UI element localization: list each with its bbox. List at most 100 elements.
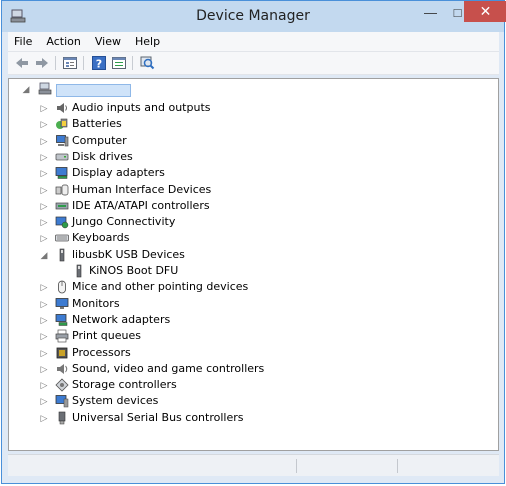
tree-category-label: Processors [72, 345, 131, 359]
tree-category-label: Storage controllers [72, 378, 177, 392]
device-list-icon[interactable] [111, 55, 127, 71]
expand-arrow-icon[interactable]: ▷ [40, 119, 48, 129]
tree-category-label: libusbK USB Devices [72, 247, 185, 261]
status-bar-divider [397, 459, 398, 473]
tree-category-row[interactable]: ▷ Sound, video and game controllers [9, 361, 498, 377]
status-bar-divider [296, 459, 297, 473]
storage-icon [55, 378, 69, 392]
display-adapter-icon [55, 167, 68, 179]
hid-icon [55, 184, 69, 195]
toolbar-separator [83, 56, 84, 70]
expand-arrow-icon[interactable]: ▷ [40, 103, 48, 113]
keyboard-icon [55, 234, 69, 242]
menu-help[interactable]: Help [135, 35, 160, 48]
tree-category-row[interactable]: ▷ Universal Serial Bus controllers [9, 410, 498, 426]
expand-arrow-icon[interactable]: ▷ [40, 299, 48, 309]
expand-arrow-icon[interactable]: ▷ [40, 168, 48, 178]
expand-arrow-icon[interactable]: ▷ [40, 348, 48, 358]
monitor-icon [55, 297, 69, 309]
tree-category-label: Mice and other pointing devices [72, 280, 249, 294]
expand-arrow-icon[interactable]: ▷ [40, 233, 48, 243]
usb-device-icon [59, 248, 65, 261]
expand-arrow-icon[interactable]: ▷ [40, 282, 48, 292]
tree-category-row[interactable]: ◢ libusbK USB Devices [9, 247, 498, 263]
tree-device-row[interactable]: KiNOS Boot DFU [9, 263, 498, 279]
minimize-button[interactable]: — [417, 2, 444, 22]
mouse-icon [58, 280, 66, 294]
title-bar[interactable]: Device Manager — □ ✕ [2, 1, 506, 32]
forward-arrow-icon[interactable] [34, 55, 50, 71]
tree-category-label: Audio inputs and outputs [72, 101, 211, 114]
tree-category-label: Print queues [72, 329, 141, 343]
jungo-icon [55, 216, 69, 229]
tree-category-label: Computer [72, 133, 127, 147]
computer-root-icon [38, 82, 52, 95]
tree-category-row[interactable]: ▷ Processors [9, 345, 498, 361]
expand-arrow-icon[interactable]: ▷ [40, 413, 48, 423]
menu-action[interactable]: Action [46, 35, 80, 48]
tree-category-label: Display adapters [72, 166, 165, 180]
expand-arrow-icon[interactable]: ▷ [40, 201, 48, 211]
processor-icon [56, 347, 68, 358]
tree-category-row[interactable]: ▷ Print queues [9, 328, 498, 344]
scan-hardware-icon[interactable] [139, 55, 155, 71]
speaker-icon [57, 103, 67, 113]
tree-category-row[interactable]: ▷ Batteries [9, 116, 498, 132]
device-tree: ◢ ▷ Audio inputs and outputs ▷ Batteries ▷ Co… [8, 78, 499, 451]
battery-icon [56, 118, 68, 130]
toolbar-separator [132, 56, 133, 70]
expand-arrow-icon[interactable]: ▷ [40, 217, 48, 227]
tree-category-row[interactable]: ▷ IDE ATA/ATAPI controllers [9, 198, 498, 214]
expand-arrow-icon[interactable]: ▷ [40, 396, 48, 406]
expand-arrow-icon[interactable]: ▷ [40, 185, 48, 195]
properties-icon[interactable] [62, 55, 78, 71]
tree-root-label[interactable] [56, 84, 131, 97]
expand-arrow-icon[interactable]: ▷ [40, 380, 48, 390]
tree-category-row[interactable]: ▷ Disk drives [9, 149, 498, 165]
tree-category-row[interactable]: ▷ Keyboards [9, 230, 498, 246]
back-arrow-icon[interactable] [14, 55, 30, 71]
printer-icon [55, 329, 69, 343]
tree-category-row[interactable]: ▷ Storage controllers [9, 377, 498, 393]
usb-device-icon [76, 264, 82, 278]
tree-device-label: KiNOS Boot DFU [89, 264, 179, 277]
tree-category-row[interactable]: ▷ Human Interface Devices [9, 182, 498, 198]
tree-category-row[interactable]: ▷ Jungo Connectivity [9, 214, 498, 230]
tree-root[interactable]: ◢ [9, 81, 498, 97]
collapse-arrow-icon[interactable]: ◢ [40, 250, 48, 260]
menu-file[interactable]: File [14, 35, 32, 48]
tree-category-label: Jungo Connectivity [72, 215, 176, 229]
toolbar: ? [8, 52, 499, 75]
tree-category-label: Batteries [72, 117, 122, 131]
tree-category-row[interactable]: ▷ System devices [9, 393, 498, 409]
expand-arrow-icon[interactable]: ▷ [40, 331, 48, 341]
sound-icon [57, 363, 68, 374]
tree-category-label: Universal Serial Bus controllers [72, 410, 244, 424]
tree-category-label: Disk drives [72, 149, 133, 163]
expand-arrow-icon[interactable]: ▷ [40, 152, 48, 162]
tree-category-row[interactable]: ▷ Audio inputs and outputs [9, 100, 498, 116]
close-button[interactable]: ✕ [464, 1, 506, 22]
tree-category-row[interactable]: ▷ Computer [9, 133, 498, 149]
expand-arrow-icon[interactable]: ▷ [40, 136, 48, 146]
tree-category-label: Monitors [72, 296, 120, 310]
tree-category-row[interactable]: ▷ Monitors [9, 296, 498, 312]
computer-icon [56, 134, 69, 146]
tree-category-label: Human Interface Devices [72, 182, 212, 196]
network-adapter-icon [55, 313, 68, 326]
ide-controller-icon [55, 202, 69, 210]
collapse-arrow-icon[interactable]: ◢ [22, 84, 30, 94]
tree-category-row[interactable]: ▷ Display adapters [9, 165, 498, 181]
help-icon[interactable]: ? [91, 55, 107, 71]
menu-view[interactable]: View [95, 35, 121, 48]
expand-arrow-icon[interactable]: ▷ [40, 364, 48, 374]
tree-category-row[interactable]: ▷ Network adapters [9, 312, 498, 328]
expand-arrow-icon[interactable]: ▷ [40, 315, 48, 325]
menu-bar: File Action View Help [8, 32, 499, 52]
usb-controller-icon [58, 411, 66, 424]
tree-category-row[interactable]: ▷ Mice and other pointing devices [9, 279, 498, 295]
svg-text:?: ? [96, 58, 102, 71]
tree-category-label: IDE ATA/ATAPI controllers [72, 198, 210, 212]
disk-drive-icon [55, 153, 69, 161]
tree-category-label: Sound, video and game controllers [72, 361, 265, 375]
